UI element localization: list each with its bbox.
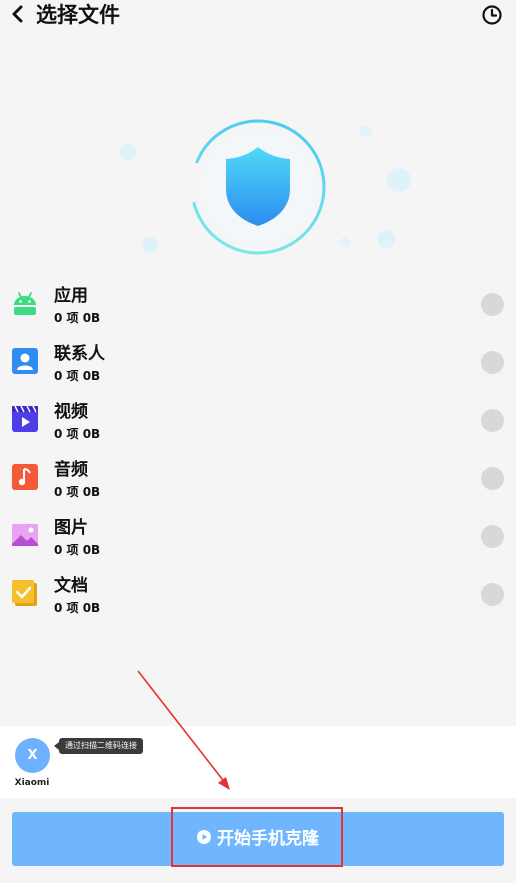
image-icon: [12, 524, 38, 546]
list-item-contacts[interactable]: 联系人 0 项 0B: [0, 338, 516, 390]
list-item-images[interactable]: 图片 0 项 0B: [0, 512, 516, 564]
start-clone-inner: 开始手机克隆: [12, 812, 504, 866]
start-clone-label: 开始手机克隆: [217, 829, 319, 849]
item-name: 文档: [54, 576, 88, 596]
chevron-left-icon[interactable]: [10, 4, 26, 24]
start-clone-button[interactable]: 开始手机克隆: [12, 812, 504, 866]
decor-bubble: [142, 237, 158, 253]
hero-illustration: [120, 119, 411, 255]
list-item-apps[interactable]: 应用 0 项 0B: [0, 280, 516, 332]
contact-icon: [12, 348, 38, 374]
device-panel: X Xiaomi 通过扫描二维码连接: [0, 726, 516, 798]
item-meta: 0 项 0B: [54, 311, 101, 325]
select-checkbox[interactable]: [481, 409, 504, 432]
item-name: 音频: [54, 460, 88, 480]
clock-icon[interactable]: [481, 4, 503, 26]
select-checkbox[interactable]: [481, 583, 504, 606]
decor-bubble: [340, 237, 350, 247]
select-checkbox[interactable]: [481, 525, 504, 548]
list-item-documents[interactable]: 文档 0 项 0B: [0, 570, 516, 622]
decor-bubble: [387, 168, 411, 192]
select-checkbox[interactable]: [481, 467, 504, 490]
tooltip: 通过扫描二维码连接: [59, 738, 143, 754]
list-item-audio[interactable]: 音频 0 项 0B: [0, 454, 516, 506]
header-bar: 选择文件: [0, 0, 516, 34]
item-meta: 0 项 0B: [54, 427, 101, 441]
decor-bubble: [120, 144, 136, 160]
item-name: 联系人: [54, 344, 105, 364]
item-name: 图片: [54, 518, 88, 538]
document-icon: [12, 580, 37, 606]
item-meta: 0 项 0B: [54, 485, 101, 499]
play-icon: [197, 830, 211, 844]
item-meta: 0 项 0B: [54, 369, 101, 383]
decor-bubble: [360, 125, 372, 137]
select-checkbox[interactable]: [481, 293, 504, 316]
decor-bubble: [377, 230, 395, 248]
item-meta: 0 项 0B: [54, 543, 101, 557]
avatar[interactable]: X: [15, 738, 50, 773]
music-icon: [12, 464, 38, 490]
item-meta: 0 项 0B: [54, 601, 101, 615]
device-name: Xiaomi: [14, 778, 50, 788]
video-icon: [12, 406, 38, 432]
item-name: 应用: [54, 286, 88, 306]
item-name: 视频: [54, 402, 88, 422]
select-checkbox[interactable]: [481, 351, 504, 374]
android-icon: [14, 292, 36, 315]
page-title: 选择文件: [36, 3, 120, 27]
list-item-videos[interactable]: 视频 0 项 0B: [0, 396, 516, 448]
